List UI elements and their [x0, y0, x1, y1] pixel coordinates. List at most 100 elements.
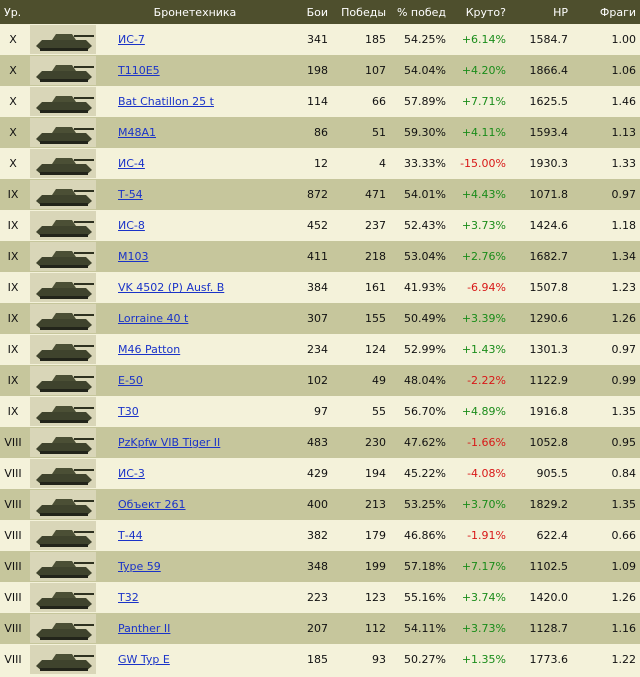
- frags-cell: 0.97: [611, 188, 637, 201]
- winrate-cell: 52.43%: [404, 219, 446, 232]
- header-hp[interactable]: HP: [510, 0, 572, 24]
- winrate-cell: 50.27%: [404, 653, 446, 666]
- vehicle-link[interactable]: ИС-4: [118, 157, 145, 170]
- cool-cell: +7.17%: [461, 560, 506, 573]
- vehicle-name-cell: Т-44: [110, 520, 280, 551]
- table-row: X ИС-7 341 185 54.25% +6.14% 1584.7 1.00: [0, 24, 640, 55]
- vehicle-name-cell: Объект 261: [110, 489, 280, 520]
- header-vehicle[interactable]: Бронетехника: [110, 0, 280, 24]
- wins-cell: 179: [365, 529, 386, 542]
- frags-cell: 1.23: [611, 281, 637, 294]
- winrate-cell: 53.25%: [404, 498, 446, 511]
- hp-cell: 622.4: [536, 529, 569, 542]
- wins-cell: 4: [379, 157, 386, 170]
- table-row: IX T30 97 55 56.70% +4.89% 1916.8 1.35: [0, 396, 640, 427]
- tank-icon: [30, 459, 96, 488]
- hp-cell: 1122.9: [529, 374, 569, 387]
- vehicle-link[interactable]: Panther II: [118, 622, 170, 635]
- battles-cell: 384: [307, 281, 328, 294]
- battles-cell: 207: [307, 622, 328, 635]
- vehicle-name-cell: ИС-7: [110, 24, 280, 55]
- winrate-cell: 54.01%: [404, 188, 446, 201]
- tank-icon: [30, 521, 96, 550]
- vehicle-name-cell: VK 4502 (P) Ausf. B: [110, 272, 280, 303]
- vehicle-link[interactable]: T30: [118, 405, 139, 418]
- tank-image-cell: [30, 241, 110, 272]
- tier-cell: IX: [7, 281, 19, 294]
- tank-image-cell: [30, 117, 110, 148]
- cool-cell: +7.71%: [461, 95, 506, 108]
- battles-cell: 185: [307, 653, 328, 666]
- wins-cell: 66: [372, 95, 386, 108]
- table-row: VIII T32 223 123 55.16% +3.74% 1420.0 1.26: [0, 582, 640, 613]
- frags-cell: 0.99: [611, 374, 637, 387]
- header-cool[interactable]: Круто?: [450, 0, 510, 24]
- table-row: IX Lorraine 40 t 307 155 50.49% +3.39% 1290.6 1…: [0, 303, 640, 334]
- wins-cell: 161: [365, 281, 386, 294]
- tier-cell: X: [9, 126, 17, 139]
- vehicle-link[interactable]: M48A1: [118, 126, 156, 139]
- table-row: VIII Т-44 382 179 46.86% -1.91% 622.4 0.66: [0, 520, 640, 551]
- cool-cell: -1.91%: [467, 529, 506, 542]
- table-row: VIII Panther II 207 112 54.11% +3.73% 1128.7 1.…: [0, 613, 640, 644]
- vehicle-link[interactable]: ИС-8: [118, 219, 145, 232]
- tank-image-cell: [30, 396, 110, 427]
- wins-cell: 213: [365, 498, 386, 511]
- winrate-cell: 47.62%: [404, 436, 446, 449]
- vehicle-link[interactable]: Lorraine 40 t: [118, 312, 188, 325]
- frags-cell: 0.84: [611, 467, 637, 480]
- vehicle-link[interactable]: GW Typ E: [118, 653, 170, 666]
- vehicle-link[interactable]: M103: [118, 250, 149, 263]
- vehicle-link[interactable]: Т-44: [118, 529, 143, 542]
- winrate-cell: 45.22%: [404, 467, 446, 480]
- vehicle-link[interactable]: Type 59: [118, 560, 161, 573]
- winrate-cell: 57.89%: [404, 95, 446, 108]
- battles-cell: 872: [307, 188, 328, 201]
- vehicle-link[interactable]: Объект 261: [118, 498, 186, 511]
- winrate-cell: 53.04%: [404, 250, 446, 263]
- header-winrate[interactable]: % побед: [390, 0, 450, 24]
- vehicle-name-cell: ИС-4: [110, 148, 280, 179]
- winrate-cell: 56.70%: [404, 405, 446, 418]
- header-wins[interactable]: Победы: [332, 0, 390, 24]
- vehicle-link[interactable]: T32: [118, 591, 139, 604]
- vehicle-link[interactable]: T110E5: [118, 64, 160, 77]
- header-icon: [30, 0, 110, 24]
- frags-cell: 1.35: [611, 498, 637, 511]
- vehicle-link[interactable]: PzKpfw VIB Tiger II: [118, 436, 220, 449]
- vehicle-link[interactable]: Т-54: [118, 188, 143, 201]
- tier-cell: IX: [7, 219, 19, 232]
- tank-image-cell: [30, 644, 110, 675]
- hp-cell: 1128.7: [529, 622, 569, 635]
- vehicle-link[interactable]: E-50: [118, 374, 143, 387]
- header-battles[interactable]: Бои: [280, 0, 332, 24]
- vehicle-link[interactable]: ИС-7: [118, 33, 145, 46]
- hp-cell: 1584.7: [529, 33, 569, 46]
- battles-cell: 223: [307, 591, 328, 604]
- cool-cell: -1.66%: [467, 436, 506, 449]
- tier-cell: VIII: [4, 622, 22, 635]
- vehicle-link[interactable]: M46 Patton: [118, 343, 180, 356]
- tier-cell: IX: [7, 250, 19, 263]
- table-row: IX ИС-8 452 237 52.43% +3.73% 1424.6 1.18: [0, 210, 640, 241]
- tank-image-cell: [30, 427, 110, 458]
- cool-cell: -15.00%: [460, 157, 506, 170]
- vehicle-name-cell: Lorraine 40 t: [110, 303, 280, 334]
- vehicle-name-cell: GW Typ E: [110, 644, 280, 675]
- vehicle-link[interactable]: VK 4502 (P) Ausf. B: [118, 281, 224, 294]
- tank-icon: [30, 149, 96, 178]
- battles-cell: 429: [307, 467, 328, 480]
- vehicle-name-cell: T30: [110, 396, 280, 427]
- tank-icon: [30, 56, 96, 85]
- vehicle-link[interactable]: Bat Chatillon 25 t: [118, 95, 214, 108]
- header-tier[interactable]: Ур.: [0, 0, 30, 24]
- wins-cell: 199: [365, 560, 386, 573]
- hp-cell: 1424.6: [529, 219, 569, 232]
- cool-cell: +3.73%: [461, 622, 506, 635]
- vehicle-link[interactable]: ИС-3: [118, 467, 145, 480]
- tank-icon: [30, 273, 96, 302]
- wins-cell: 237: [365, 219, 386, 232]
- header-frags[interactable]: Фраги: [572, 0, 640, 24]
- vehicle-name-cell: Bat Chatillon 25 t: [110, 86, 280, 117]
- winrate-cell: 52.99%: [404, 343, 446, 356]
